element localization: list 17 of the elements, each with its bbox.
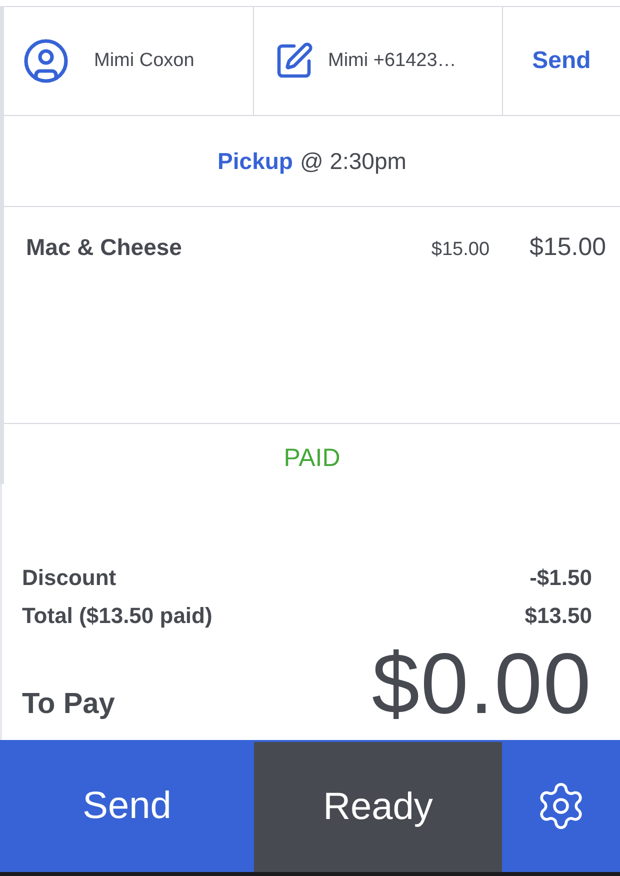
user-icon	[22, 37, 70, 85]
note-text: Mimi +61423…	[328, 50, 456, 72]
send-link[interactable]: Send	[526, 43, 597, 79]
ready-button[interactable]: Ready	[254, 742, 502, 872]
pickup-time: @ 2:30pm	[300, 148, 406, 174]
item-name: Mac & Cheese	[26, 234, 183, 261]
to-pay-amount: $0.00	[372, 641, 592, 727]
payment-status: PAID	[284, 444, 340, 474]
pickup-link[interactable]: Pickup	[218, 148, 293, 174]
to-pay-label: To Pay	[22, 690, 115, 719]
summary-label: Total ($13.50 paid)	[22, 603, 212, 629]
summary-value: $13.50	[524, 603, 592, 629]
customer-name: Mimi Coxon	[94, 50, 194, 72]
summary-value: -$1.50	[530, 565, 592, 591]
summary-label: Discount	[22, 565, 116, 591]
line-total: $15.00	[530, 233, 606, 262]
unit-price: $15.00	[431, 239, 490, 261]
